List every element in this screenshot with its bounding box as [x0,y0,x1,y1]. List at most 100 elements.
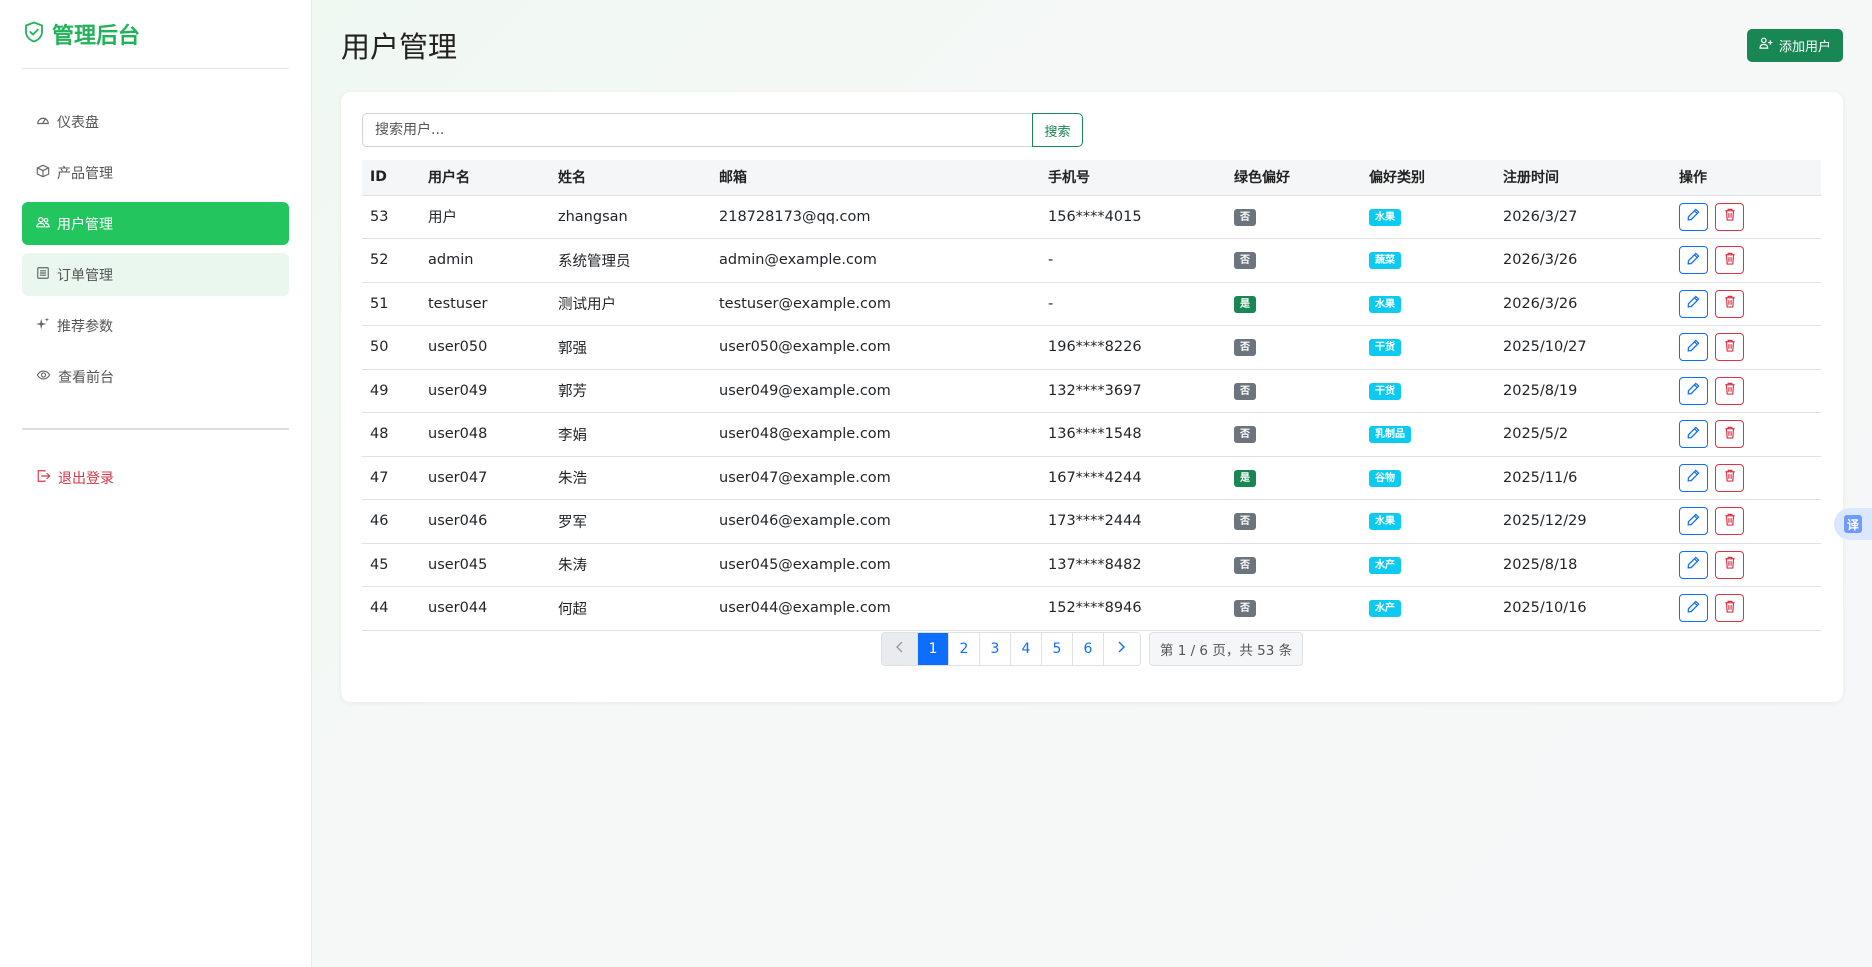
delete-button[interactable] [1715,507,1744,536]
cell-username: user048 [420,412,550,457]
edit-button[interactable] [1679,376,1708,405]
cell-username: user050 [420,325,550,370]
cell-register-time: 2025/8/19 [1495,369,1671,413]
sidebar-item-view-frontend[interactable]: 查看前台 [22,355,289,398]
delete-button[interactable] [1715,376,1744,405]
people-icon [36,215,50,233]
cell-phone: 167****4244 [1040,456,1226,500]
delete-button[interactable] [1715,550,1744,579]
edit-button[interactable] [1679,202,1708,231]
logout-button[interactable]: 退出登录 [22,456,289,499]
pencil-icon [1687,469,1700,486]
sidebar-item-label: 产品管理 [57,165,113,182]
table-body: 53 用户 zhangsan 218728173@qq.com 156****4015 否… [362,195,1821,631]
page-button-5[interactable]: 5 [1041,632,1073,665]
column-header-username[interactable]: 用户名 [420,160,550,196]
cell-phone: 132****3697 [1040,369,1226,413]
edit-button[interactable] [1679,507,1708,536]
cell-phone: 196****8226 [1040,325,1226,370]
edit-button[interactable] [1679,550,1708,579]
column-header-preferred-category[interactable]: 偏好类别 [1361,160,1495,196]
sidebar-item-products[interactable]: 产品管理 [22,151,289,194]
table-row: 44 user044 何超 user044@example.com 152****894… [362,586,1821,631]
column-header-green-preference[interactable]: 绿色偏好 [1226,160,1361,196]
table-row: 46 user046 罗军 user046@example.com 173****244… [362,499,1821,544]
brand[interactable]: 管理后台 [22,0,289,69]
pencil-icon [1687,600,1700,617]
cell-actions [1671,586,1821,631]
delete-button[interactable] [1715,333,1744,362]
cell-phone: 156****4015 [1040,195,1226,239]
cell-name: 系统管理员 [550,238,711,283]
cell-username: admin [420,238,550,283]
column-header-register-time[interactable]: 注册时间 [1495,160,1671,196]
delete-button[interactable] [1715,594,1744,623]
delete-button[interactable] [1715,289,1744,318]
table-row: 49 user049 郭芳 user049@example.com 132****369… [362,369,1821,413]
green-preference-badge: 是 [1234,295,1256,313]
person-plus-icon [1759,37,1773,53]
edit-button[interactable] [1679,333,1708,362]
category-badge: 水产 [1369,600,1401,618]
translate-widget[interactable]: 译 [1834,508,1872,540]
category-badge: 干货 [1369,339,1401,357]
add-user-button[interactable]: 添加用户 [1746,28,1843,62]
prev-page-button[interactable] [881,632,918,665]
sidebar-item-orders[interactable]: 订单管理 [22,253,289,296]
sidebar-item-dashboard[interactable]: 仪表盘 [22,100,289,143]
cell-username: user049 [420,369,550,413]
column-header-email[interactable]: 邮箱 [711,160,1040,196]
cell-name: 测试用户 [550,282,711,326]
pencil-icon [1687,295,1700,312]
page-button-2[interactable]: 2 [948,632,980,665]
cell-actions [1671,238,1821,283]
edit-button[interactable] [1679,420,1708,449]
delete-button[interactable] [1715,420,1744,449]
search-bar: 搜索 [362,113,1822,147]
cell-register-time: 2026/3/26 [1495,282,1671,326]
translate-icon: 译 [1844,515,1862,533]
cell-green-preference: 否 [1226,412,1361,457]
nav-divider [22,428,289,430]
page-button-4[interactable]: 4 [1010,632,1042,665]
cell-email: user044@example.com [711,586,1040,631]
category-badge: 水产 [1369,556,1401,574]
edit-button[interactable] [1679,246,1708,275]
sidebar-item-recommend-params[interactable]: 推荐参数 [22,304,289,347]
cell-email: user047@example.com [711,456,1040,500]
search-input[interactable] [362,113,1032,147]
page-button-3[interactable]: 3 [979,632,1011,665]
sidebar-item-label: 仪表盘 [57,114,99,131]
sidebar-item-users[interactable]: 用户管理 [22,202,289,245]
table-row: 48 user048 李娟 user048@example.com 136****154… [362,412,1821,457]
delete-button[interactable] [1715,246,1744,275]
page-info: 第 1 / 6 页，共 53 条 [1148,631,1304,666]
cell-email: testuser@example.com [711,282,1040,326]
delete-button[interactable] [1715,463,1744,492]
edit-button[interactable] [1679,289,1708,318]
category-badge: 水果 [1369,513,1401,531]
page-button-1[interactable]: 1 [917,632,949,665]
next-page-button[interactable] [1103,632,1140,665]
edit-button[interactable] [1679,594,1708,623]
cell-actions [1671,369,1821,413]
delete-button[interactable] [1715,202,1744,231]
green-preference-badge: 是 [1234,469,1256,487]
green-preference-badge: 否 [1234,426,1256,444]
edit-button[interactable] [1679,463,1708,492]
pencil-icon [1687,556,1700,573]
column-header-phone[interactable]: 手机号 [1040,160,1226,196]
list-icon [36,266,50,284]
trash-icon [1724,295,1736,312]
table-row: 47 user047 朱浩 user047@example.com 167****424… [362,456,1821,500]
column-header-name[interactable]: 姓名 [550,160,711,196]
cell-id: 50 [362,325,420,370]
page-header: 用户管理 添加用户 [341,0,1843,92]
cell-preferred-category: 干货 [1361,369,1495,413]
search-button[interactable]: 搜索 [1032,113,1083,147]
pencil-icon [1687,426,1700,443]
sidebar-nav: 仪表盘 产品管理 用户管理 订单管理 推荐参数 查看前台 退出登录 [22,100,289,499]
column-header-id[interactable]: ID [362,160,420,196]
cell-id: 48 [362,412,420,457]
page-button-6[interactable]: 6 [1072,632,1104,665]
